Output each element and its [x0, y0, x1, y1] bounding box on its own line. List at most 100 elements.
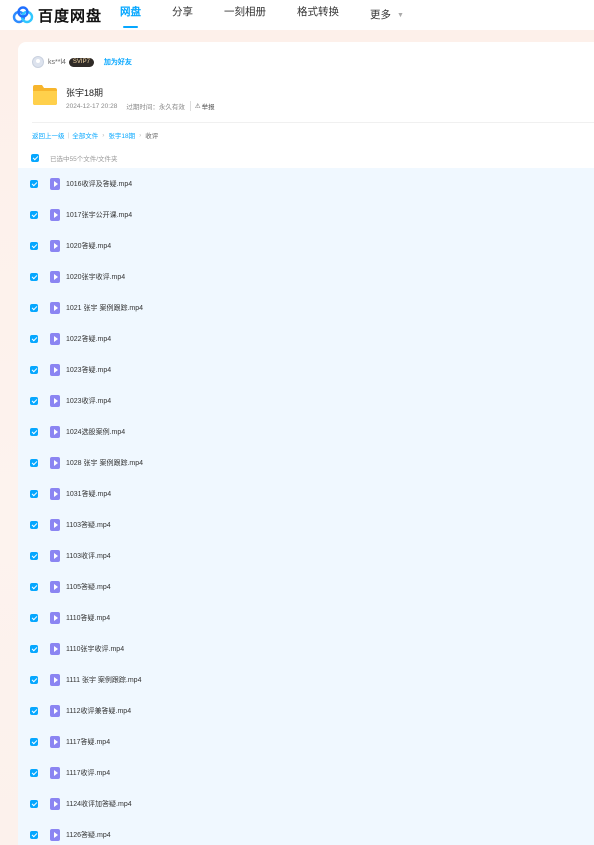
video-file-icon: [50, 580, 60, 593]
file-row[interactable]: 1110张宇收评.mp4: [18, 633, 594, 664]
file-row[interactable]: 1020张宇收评.mp4: [18, 261, 594, 292]
file-name[interactable]: 1024选股案例.mp4: [66, 427, 125, 437]
nav-more-label: 更多: [370, 9, 392, 21]
nav-item-album[interactable]: 一刻相册: [224, 0, 266, 30]
select-all-checkbox[interactable]: [31, 154, 39, 162]
nav-item-more[interactable]: 更多 ▼: [370, 0, 404, 30]
file-checkbox[interactable]: [30, 830, 38, 839]
file-checkbox[interactable]: [30, 737, 38, 746]
video-file-icon: [50, 177, 60, 190]
file-checkbox[interactable]: [30, 489, 38, 498]
video-file-icon: [50, 239, 60, 252]
file-checkbox[interactable]: [30, 520, 38, 529]
file-row[interactable]: 1020答疑.mp4: [18, 230, 594, 261]
file-name[interactable]: 1110答疑.mp4: [66, 613, 110, 623]
page-title: 张宇18期: [66, 88, 104, 98]
file-name[interactable]: 1105答疑.mp4: [66, 582, 111, 592]
logo[interactable]: 百度网盘: [12, 0, 102, 30]
video-file-icon: [50, 797, 60, 810]
file-row[interactable]: 1031答疑.mp4: [18, 478, 594, 509]
report-button[interactable]: ⚠ 举报: [189, 101, 215, 111]
file-checkbox[interactable]: [30, 768, 38, 777]
file-row[interactable]: 1111 张宇 案例跟踪.mp4: [18, 664, 594, 695]
file-checkbox[interactable]: [30, 303, 38, 312]
file-row[interactable]: 1023收评.mp4: [18, 385, 594, 416]
select-all-row: 已选中55个文件/文件夹: [31, 153, 118, 163]
file-row[interactable]: 1024选股案例.mp4: [18, 416, 594, 447]
file-name[interactable]: 1103收评.mp4: [66, 551, 111, 561]
file-name[interactable]: 1031答疑.mp4: [66, 489, 111, 499]
file-name[interactable]: 1124收评加答疑.mp4: [66, 799, 132, 809]
breadcrumb-all-files[interactable]: 全部文件: [72, 130, 98, 140]
video-file-icon: [50, 766, 60, 779]
file-checkbox[interactable]: [30, 427, 38, 436]
file-row[interactable]: 1117答疑.mp4: [18, 726, 594, 757]
video-file-icon: [50, 363, 60, 376]
sharer-info: ks**l4 SVIP7 加为好友: [32, 56, 132, 68]
svip-badge: SVIP7: [68, 57, 94, 67]
file-list: 1016收评及答疑.mp4 1017张宇公开课.mp4 1020答疑.mp4 1020…: [18, 168, 594, 845]
share-date: 2024-12-17 20:28: [66, 102, 118, 110]
file-checkbox[interactable]: [30, 675, 38, 684]
file-checkbox[interactable]: [30, 582, 38, 591]
file-name[interactable]: 1020答疑.mp4: [66, 241, 111, 251]
file-row[interactable]: 1112收评兼答疑.mp4: [18, 695, 594, 726]
file-name[interactable]: 1111 张宇 案例跟踪.mp4: [66, 675, 141, 685]
file-row[interactable]: 1023答疑.mp4: [18, 354, 594, 385]
top-nav-bar: 百度网盘 网盘 分享 一刻相册 格式转换 更多 ▼: [0, 0, 594, 30]
file-name[interactable]: 1112收评兼答疑.mp4: [66, 706, 131, 716]
file-name[interactable]: 1021 张宇 案例跟踪.mp4: [66, 303, 143, 313]
file-checkbox[interactable]: [30, 334, 38, 343]
file-name[interactable]: 1103答疑.mp4: [66, 520, 111, 530]
file-name[interactable]: 1016收评及答疑.mp4: [66, 179, 132, 189]
file-name[interactable]: 1126答疑.mp4: [66, 830, 111, 840]
file-row[interactable]: 1022答疑.mp4: [18, 323, 594, 354]
nav-item-netdisk[interactable]: 网盘: [120, 0, 141, 30]
breadcrumb-back[interactable]: 返回上一级: [32, 130, 65, 140]
file-name[interactable]: 1023答疑.mp4: [66, 365, 111, 375]
file-checkbox[interactable]: [30, 179, 38, 188]
nav-item-share[interactable]: 分享: [172, 0, 193, 30]
file-checkbox[interactable]: [30, 706, 38, 715]
folder-meta: 2024-12-17 20:28 过期时间：永久有效 ⚠ 举报: [66, 101, 215, 111]
file-row[interactable]: 1117收评.mp4: [18, 757, 594, 788]
file-row[interactable]: 1105答疑.mp4: [18, 571, 594, 602]
file-checkbox[interactable]: [30, 458, 38, 467]
video-file-icon: [50, 828, 60, 841]
file-checkbox[interactable]: [30, 241, 38, 250]
file-name[interactable]: 1023收评.mp4: [66, 396, 111, 406]
divider: [32, 122, 594, 123]
file-name[interactable]: 1017张宇公开课.mp4: [66, 210, 132, 220]
file-name[interactable]: 1117答疑.mp4: [66, 737, 110, 747]
add-friend-link[interactable]: 加为好友: [104, 57, 132, 67]
file-name[interactable]: 1110张宇收评.mp4: [66, 644, 124, 654]
file-checkbox[interactable]: [30, 396, 38, 405]
file-row[interactable]: 1028 张宇 案例跟踪.mp4: [18, 447, 594, 478]
file-row[interactable]: 1103答疑.mp4: [18, 509, 594, 540]
file-checkbox[interactable]: [30, 644, 38, 653]
file-row[interactable]: 1017张宇公开课.mp4: [18, 199, 594, 230]
file-name[interactable]: 1028 张宇 案例跟踪.mp4: [66, 458, 143, 468]
video-file-icon: [50, 673, 60, 686]
file-row[interactable]: 1110答疑.mp4: [18, 602, 594, 633]
file-row[interactable]: 1103收评.mp4: [18, 540, 594, 571]
file-row[interactable]: 1124收评加答疑.mp4: [18, 788, 594, 819]
breadcrumb-parent[interactable]: 张宇18期: [108, 130, 135, 140]
sharer-name[interactable]: ks**l4: [48, 59, 66, 66]
file-name[interactable]: 1020张宇收评.mp4: [66, 272, 125, 282]
select-all-label: 已选中55个文件/文件夹: [50, 156, 118, 163]
file-checkbox[interactable]: [30, 613, 38, 622]
file-row[interactable]: 1021 张宇 案例跟踪.mp4: [18, 292, 594, 323]
file-row[interactable]: 1016收评及答疑.mp4: [18, 168, 594, 199]
video-file-icon: [50, 425, 60, 438]
file-checkbox[interactable]: [30, 365, 38, 374]
file-checkbox[interactable]: [30, 551, 38, 560]
file-checkbox[interactable]: [30, 272, 38, 281]
file-row[interactable]: 1126答疑.mp4: [18, 819, 594, 845]
file-name[interactable]: 1117收评.mp4: [66, 768, 110, 778]
nav-item-format-convert[interactable]: 格式转换: [297, 0, 339, 30]
avatar[interactable]: [32, 56, 44, 68]
file-name[interactable]: 1022答疑.mp4: [66, 334, 111, 344]
file-checkbox[interactable]: [30, 799, 38, 808]
file-checkbox[interactable]: [30, 210, 38, 219]
